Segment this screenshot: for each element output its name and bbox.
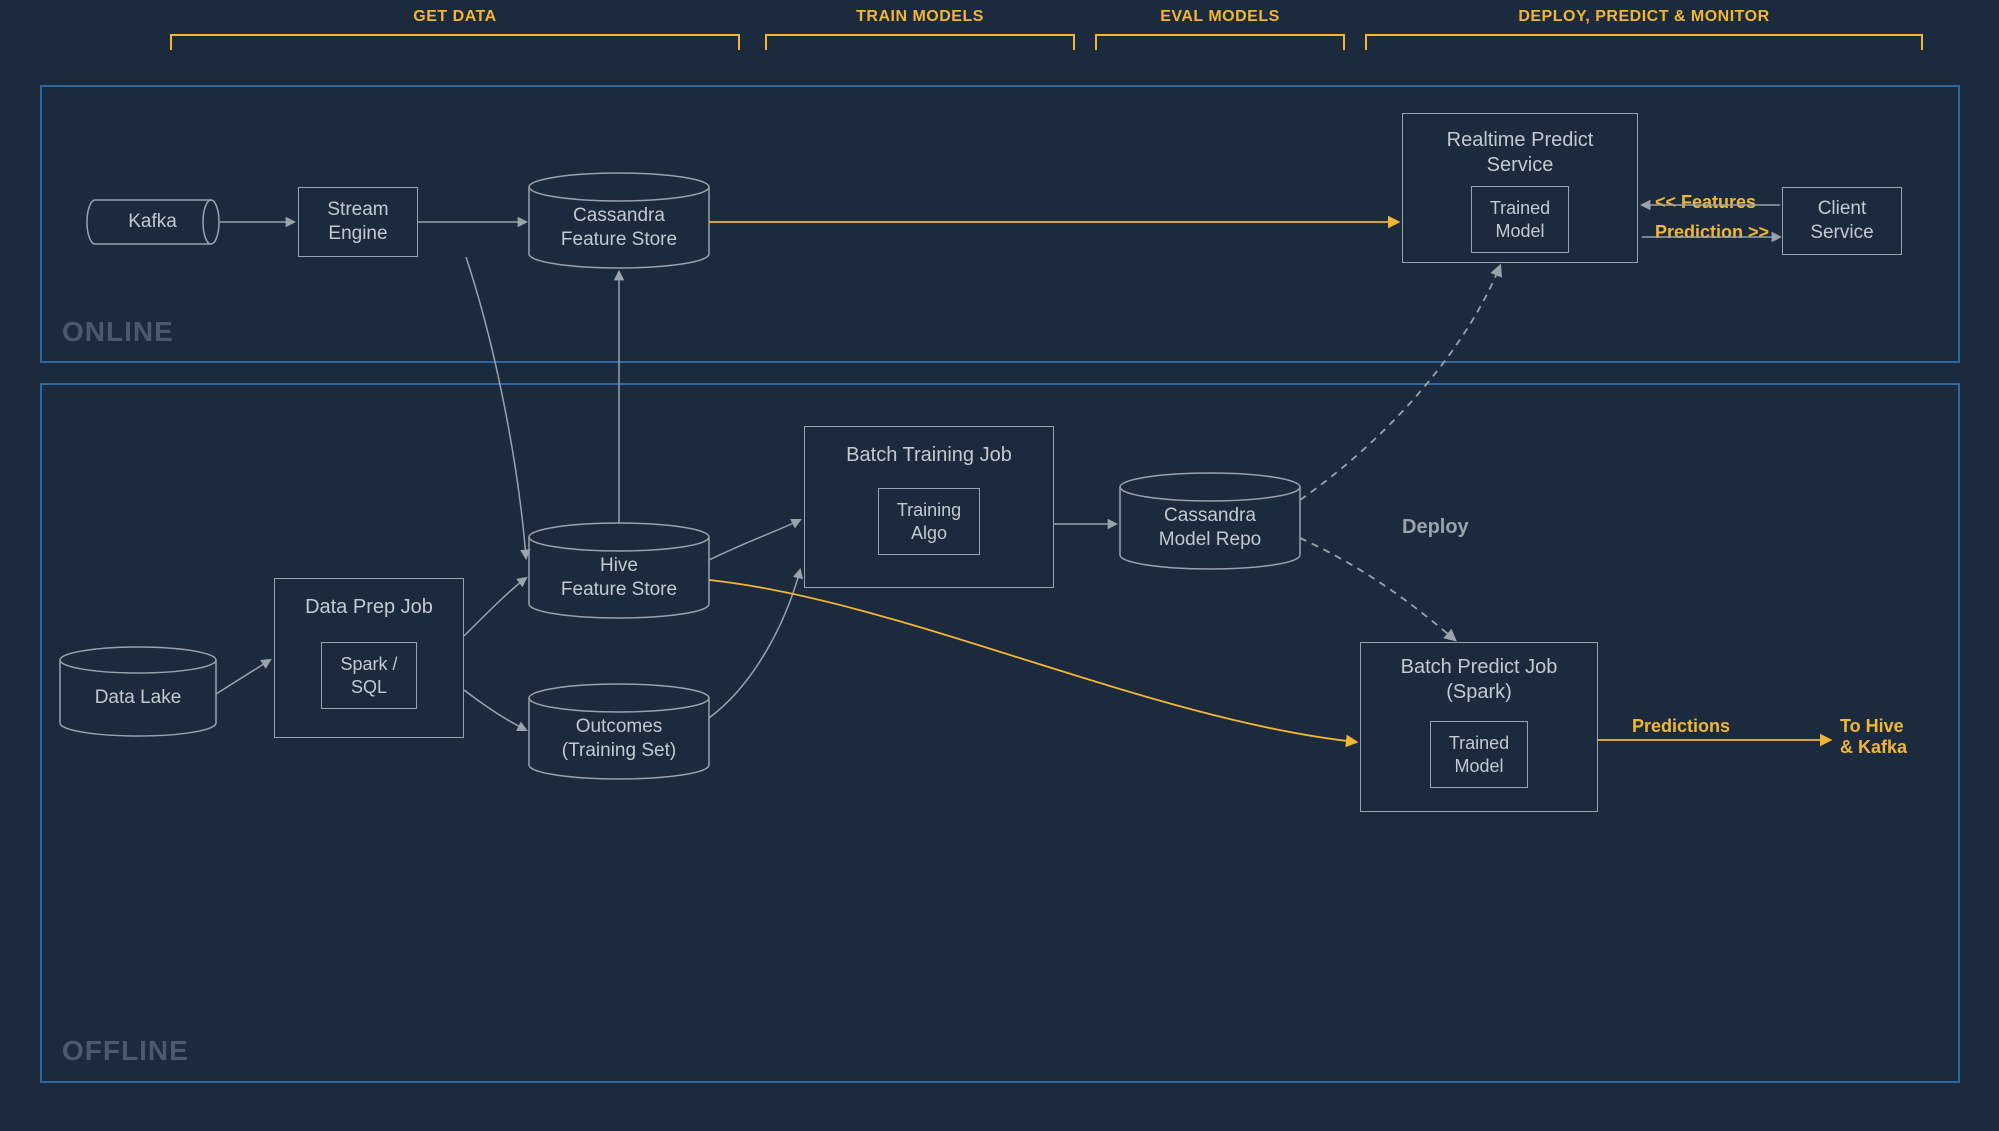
stage-bracket-get-data [170, 34, 740, 48]
node-hive-feature-store-label: Hive Feature Store [561, 555, 677, 600]
node-client-service-label: Client Service [1810, 197, 1873, 245]
node-cassandra-feature-store-label: Cassandra Feature Store [561, 205, 677, 250]
node-cassandra-model-repo-label: Cassandra Model Repo [1159, 505, 1261, 550]
stage-bracket-train-models [765, 34, 1075, 48]
node-realtime-predict-service: Realtime Predict Service Trained Model [1402, 113, 1638, 263]
node-kafka-label: Kafka [128, 211, 177, 232]
stage-label-eval-models: EVAL MODELS [1095, 8, 1345, 26]
node-batch-training-job-inner-label: Training Algo [897, 500, 961, 543]
node-hive-feature-store: Hive Feature Store [529, 554, 709, 602]
node-data-prep-job-inner: Spark / SQL [321, 642, 416, 709]
label-deploy: Deploy [1402, 516, 1469, 539]
node-batch-training-job-inner: Training Algo [878, 488, 980, 555]
node-stream-engine-label: Stream Engine [327, 198, 388, 246]
label-to-hive-kafka: To Hive & Kafka [1840, 716, 1907, 758]
node-cassandra-model-repo: Cassandra Model Repo [1120, 504, 1300, 552]
node-data-prep-job-inner-label: Spark / SQL [340, 654, 397, 697]
zone-label-offline: OFFLINE [62, 1035, 189, 1067]
stage-bracket-deploy-predict-monitor [1365, 34, 1923, 48]
node-data-lake-label: Data Lake [95, 687, 182, 708]
node-batch-predict-job: Batch Predict Job (Spark) Trained Model [1360, 642, 1598, 812]
node-client-service: Client Service [1782, 187, 1902, 255]
node-realtime-predict-service-title: Realtime Predict Service [1447, 128, 1594, 178]
node-outcomes-label: Outcomes (Training Set) [562, 716, 676, 761]
node-batch-predict-job-title: Batch Predict Job (Spark) [1401, 655, 1558, 705]
node-stream-engine: Stream Engine [298, 187, 418, 257]
node-data-prep-job: Data Prep Job Spark / SQL [274, 578, 464, 738]
label-features-in: << Features [1655, 192, 1756, 213]
node-batch-predict-job-inner-label: Trained Model [1449, 733, 1509, 776]
node-batch-training-job: Batch Training Job Training Algo [804, 426, 1054, 588]
stage-label-get-data: GET DATA [170, 8, 740, 26]
node-batch-predict-job-inner: Trained Model [1430, 721, 1528, 788]
node-data-lake: Data Lake [60, 686, 216, 710]
label-prediction-out: Prediction >> [1655, 222, 1769, 243]
node-realtime-predict-service-inner-label: Trained Model [1490, 198, 1550, 241]
stage-label-deploy-predict-monitor: DEPLOY, PREDICT & MONITOR [1365, 8, 1923, 26]
stage-label-train-models: TRAIN MODELS [765, 8, 1075, 26]
node-realtime-predict-service-inner: Trained Model [1471, 186, 1569, 253]
node-cassandra-feature-store: Cassandra Feature Store [529, 204, 709, 252]
zone-label-online: ONLINE [62, 316, 174, 348]
node-outcomes: Outcomes (Training Set) [529, 715, 709, 763]
node-data-prep-job-title: Data Prep Job [305, 595, 433, 620]
label-predictions: Predictions [1632, 716, 1730, 737]
node-batch-training-job-title: Batch Training Job [846, 443, 1012, 468]
node-kafka: Kafka [95, 210, 210, 234]
stage-bracket-eval-models [1095, 34, 1345, 48]
